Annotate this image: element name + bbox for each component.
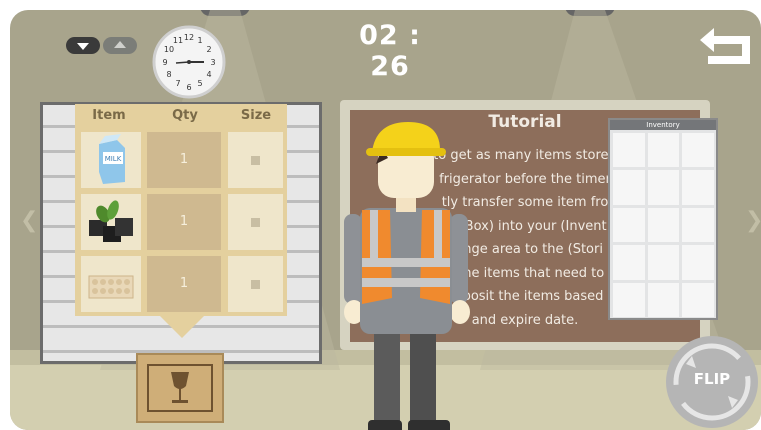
clock-numeral: 7 (175, 79, 180, 88)
inventory-slot[interactable] (647, 133, 680, 168)
nav-right-arrow[interactable]: ❯ (745, 208, 761, 233)
countdown-timer: 02 : 26 (359, 20, 421, 82)
worker-character (344, 122, 470, 430)
inventory-slot[interactable] (682, 282, 714, 317)
item-size-cell (228, 256, 283, 312)
inventory-slot[interactable] (682, 245, 714, 280)
sort-up-toggle[interactable] (103, 37, 137, 54)
inventory-slot[interactable] (613, 282, 645, 317)
fragile-glass-icon (171, 372, 189, 403)
item-size-cell (228, 132, 283, 188)
clock-numeral: 1 (197, 36, 202, 45)
item-size-cell (228, 194, 283, 250)
inventory-slot[interactable] (682, 170, 714, 205)
milk-carton-icon: MILK (99, 134, 125, 184)
clock-numeral: 10 (164, 45, 174, 54)
inventory-slot[interactable] (613, 133, 645, 168)
header-size: Size (240, 108, 272, 123)
clock-numeral: 4 (206, 70, 211, 79)
inventory-grid (613, 133, 714, 317)
item-qty: 1 (147, 256, 221, 312)
inventory-slot[interactable] (647, 282, 680, 317)
flip-button[interactable]: FLIP (666, 336, 758, 428)
milk-label: MILK (105, 155, 122, 163)
size-square-icon (251, 280, 260, 289)
charcoal-icon (89, 200, 133, 242)
inventory-slot[interactable] (647, 245, 680, 280)
outbox-crate[interactable] (136, 353, 224, 423)
size-square-icon (251, 218, 260, 227)
nav-left-arrow[interactable]: ❮ (20, 208, 38, 233)
inventory-slot[interactable] (647, 170, 680, 205)
item-slot-charcoal[interactable] (81, 194, 141, 250)
item-list-panel: Item Qty Size MILK 1 1 1 (75, 104, 287, 316)
clock-numeral: 3 (210, 58, 215, 67)
inventory-panel: Inventory (608, 118, 718, 320)
inventory-slot[interactable] (682, 133, 714, 168)
back-button[interactable] (696, 26, 756, 68)
clock-numeral: 12 (184, 33, 194, 42)
size-square-icon (251, 156, 260, 165)
clock-numeral: 11 (173, 36, 183, 45)
clock-numeral: 8 (166, 70, 171, 79)
item-slot-eggs[interactable] (81, 256, 141, 312)
header-item: Item (92, 108, 126, 123)
egg-tray-icon (88, 275, 134, 299)
flip-label: FLIP (693, 370, 731, 388)
inventory-slot[interactable] (682, 207, 714, 243)
item-qty: 1 (147, 132, 221, 188)
header-qty: Qty (172, 108, 198, 123)
clock-numeral: 2 (206, 45, 211, 54)
inventory-slot[interactable] (613, 207, 645, 243)
clock-numeral: 6 (186, 83, 191, 92)
item-qty: 1 (147, 194, 221, 250)
arrow-down-icon (77, 43, 89, 50)
inventory-slot[interactable] (613, 170, 645, 205)
inventory-slot[interactable] (613, 245, 645, 280)
panel-pointer (160, 316, 204, 338)
arrow-up-icon (114, 41, 126, 48)
clock-numeral: 5 (197, 79, 202, 88)
game-scene: Tutorial to get as many items stored fri… (10, 10, 761, 430)
item-slot-milk[interactable]: MILK (81, 132, 141, 188)
sort-down-toggle[interactable] (66, 37, 100, 54)
clock-numeral: 9 (162, 58, 167, 67)
wall-clock: 12 1 2 3 4 5 6 7 8 9 10 11 (152, 25, 226, 99)
inventory-slot[interactable] (647, 207, 680, 243)
inventory-title: Inventory (610, 120, 716, 130)
